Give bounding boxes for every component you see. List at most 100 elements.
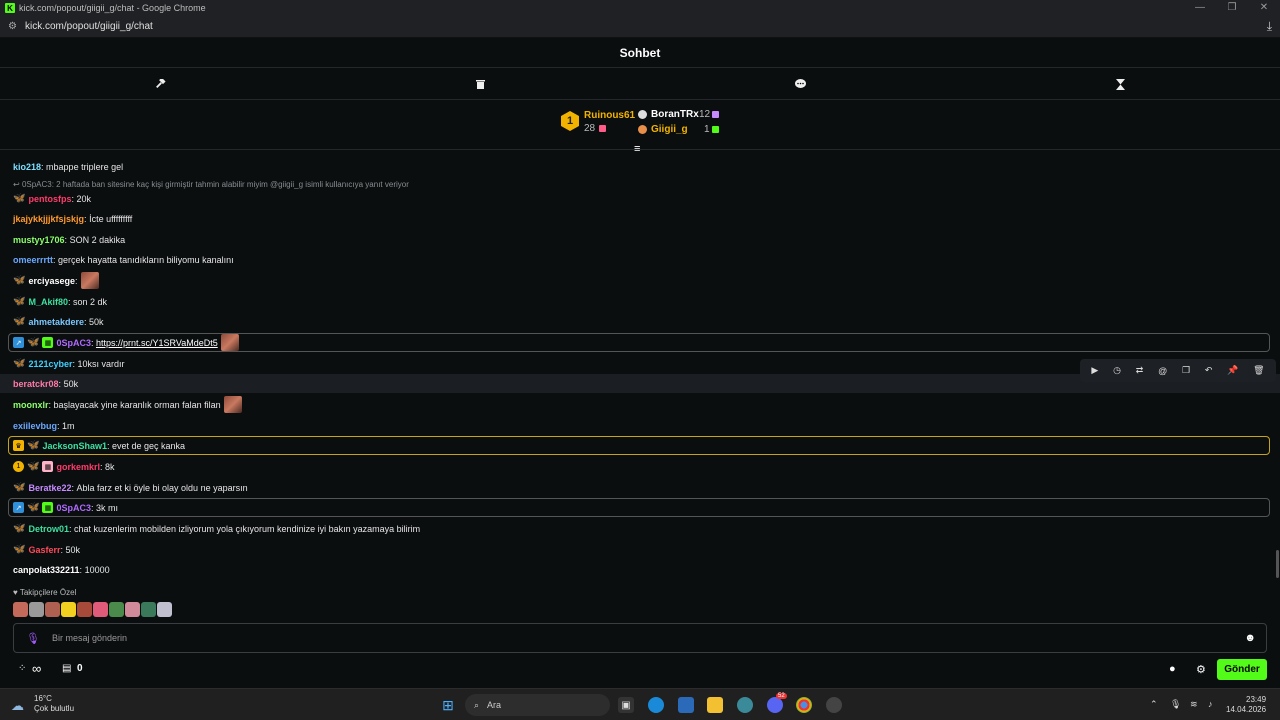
username[interactable]: 0SpAC3: [56, 503, 91, 513]
emote-button[interactable]: [125, 602, 140, 617]
edge-icon[interactable]: [648, 697, 664, 713]
tray-expand-icon[interactable]: ⌃: [1150, 699, 1158, 710]
trash-icon[interactable]: [320, 69, 640, 99]
username[interactable]: canpolat332211: [13, 565, 80, 575]
undo-icon[interactable]: ↶: [1205, 365, 1213, 376]
username[interactable]: JacksonShaw1: [42, 441, 107, 451]
username[interactable]: 0SpAC3: [56, 338, 91, 348]
weather-widget[interactable]: 16°C Çok bulutlu: [34, 694, 74, 714]
file-explorer-icon[interactable]: [707, 697, 723, 713]
taskbar-search[interactable]: ⌕ Ara: [465, 694, 610, 716]
hourglass-icon[interactable]: [960, 69, 1280, 99]
emote-button[interactable]: [13, 602, 28, 617]
username[interactable]: omeerrrtt: [13, 255, 53, 265]
mention-icon[interactable]: @: [1158, 366, 1167, 376]
chat-input-placeholder[interactable]: Bir mesaj gönderin: [52, 633, 127, 643]
username[interactable]: pentosfps: [28, 194, 71, 204]
leader-2-name[interactable]: BoranTRx: [651, 109, 699, 120]
chat-options-icon[interactable]: ●: [1169, 663, 1176, 675]
emote[interactable]: [220, 334, 239, 351]
task-view-icon[interactable]: ▣: [618, 697, 634, 713]
store-icon[interactable]: ▤: [62, 663, 71, 674]
chat-message[interactable]: ↗ 🦋 ▦ 0SpAC3: https://prnt.sc/Y1SRVaMdeD…: [8, 333, 1270, 352]
leader-3-name[interactable]: Giigii_g: [651, 124, 688, 135]
username[interactable]: M_Akif80: [28, 297, 68, 307]
discord-icon[interactable]: [767, 697, 783, 713]
points-icon[interactable]: ⁘: [18, 663, 26, 674]
chat-message[interactable]: 🦋 ahmetakdere: 50k: [8, 312, 1270, 331]
pin-icon[interactable]: 📌: [1227, 365, 1238, 376]
download-icon[interactable]: ⤓: [1267, 19, 1272, 34]
collapse-leaderboard-icon[interactable]: ≡: [634, 143, 640, 155]
leader-1-name[interactable]: Ruinous61: [584, 110, 635, 121]
reply-context[interactable]: ↩ 0SpAC3: 2 haftada ban sitesine kaç kiş…: [13, 180, 409, 189]
chat-message[interactable]: ♛ 🦋 JacksonShaw1: evet de geç kanka: [8, 436, 1270, 455]
play-icon[interactable]: ▶: [1091, 365, 1098, 376]
address-bar[interactable]: ⚙ kick.com/popout/giigii_g/chat ⤓: [0, 16, 1280, 38]
gavel-icon[interactable]: [0, 69, 320, 99]
send-button[interactable]: Gönder: [1217, 659, 1267, 680]
username[interactable]: exiilevbug: [13, 421, 57, 431]
username[interactable]: beratckr08: [13, 379, 59, 389]
username[interactable]: jkajykkjjjkfsjskjg: [13, 214, 84, 224]
emote-button[interactable]: [157, 602, 172, 617]
chat-message[interactable]: kio218: mbappe triplere gel: [8, 157, 1270, 176]
chat-message[interactable]: jkajykkjjjkfsjskjg: İcte ufffffffff: [8, 209, 1270, 228]
chat-message[interactable]: canpolat332211: 10000: [8, 560, 1270, 579]
site-info-icon[interactable]: ⚙: [8, 21, 17, 32]
username[interactable]: Gasferr: [28, 545, 60, 555]
chat-message[interactable]: 1 🦋 ▦ gorkemkrl: 8k: [8, 457, 1270, 476]
username[interactable]: Detrow01: [28, 524, 69, 534]
timeout-clock-icon[interactable]: ◷: [1113, 365, 1121, 376]
emote-button[interactable]: [109, 602, 124, 617]
slow-mode-icon[interactable]: ⇄: [1136, 365, 1144, 376]
chat-message[interactable]: 🦋 erciyasege:: [8, 271, 1270, 290]
microphone-icon[interactable]: 🎙: [26, 632, 40, 645]
emote-button[interactable]: [141, 602, 156, 617]
weather-cloud-icon[interactable]: ☁: [11, 698, 24, 714]
chrome-icon[interactable]: [796, 697, 812, 713]
copy-icon[interactable]: ❐: [1182, 365, 1190, 376]
app-icon[interactable]: [737, 697, 753, 713]
store-app-icon[interactable]: [678, 697, 694, 713]
taskbar-clock[interactable]: 23:49 14.04.2026: [1226, 695, 1266, 715]
chat-message[interactable]: omeerrrtt: gerçek hayatta tanıdıkların b…: [8, 250, 1270, 269]
username[interactable]: ahmetakdere: [28, 317, 84, 327]
emote-button[interactable]: [29, 602, 44, 617]
chat-input[interactable]: 🎙 Bir mesaj gönderin ☻: [13, 623, 1267, 653]
emote[interactable]: [80, 272, 99, 289]
close-button[interactable]: ✕: [1248, 0, 1280, 16]
emote-button[interactable]: [61, 602, 76, 617]
emoji-picker-icon[interactable]: ☻: [1244, 632, 1256, 644]
chat-message[interactable]: mustyy1706: SON 2 dakika: [8, 230, 1270, 249]
chat-message[interactable]: ↗ 🦋 ▦ 0SpAC3: 3k mı: [8, 498, 1270, 517]
mic-tray-icon[interactable]: 🎙: [1170, 699, 1181, 710]
chat-message[interactable]: 🦋 Gasferr: 50k: [8, 540, 1270, 559]
chat-message[interactable]: 🦋 Beratke22: Abla farz et ki öyle bi ola…: [8, 478, 1270, 497]
chat-message[interactable]: 🦋 pentosfps: 20k: [8, 189, 1270, 208]
minimize-button[interactable]: —: [1184, 0, 1216, 16]
app-icon[interactable]: [826, 697, 842, 713]
chat-scrollbar[interactable]: [1276, 550, 1279, 578]
chat-message[interactable]: 🦋 M_Akif80: son 2 dk: [8, 292, 1270, 311]
message-link[interactable]: https://prnt.sc/Y1SRVaMdeDt5: [96, 338, 218, 348]
username[interactable]: 2121cyber: [28, 359, 72, 369]
username[interactable]: Beratke22: [28, 483, 71, 493]
volume-icon[interactable]: ♪: [1208, 699, 1213, 709]
username[interactable]: mustyy1706: [13, 235, 65, 245]
emote-button[interactable]: [45, 602, 60, 617]
emote[interactable]: [223, 396, 242, 413]
url-text[interactable]: kick.com/popout/giigii_g/chat: [25, 21, 153, 32]
username[interactable]: erciyasege: [28, 276, 75, 286]
settings-gear-icon[interactable]: ⚙: [1196, 663, 1206, 676]
username[interactable]: moonxlr: [13, 400, 49, 410]
emote-button[interactable]: [77, 602, 92, 617]
chat-message[interactable]: exiilevbug: 1m: [8, 416, 1270, 435]
chat-bubble-icon[interactable]: [640, 69, 960, 99]
username[interactable]: kio218: [13, 162, 41, 172]
delete-icon[interactable]: 🗑: [1253, 365, 1264, 376]
username[interactable]: gorkemkrl: [56, 462, 100, 472]
restore-button[interactable]: ❐: [1216, 0, 1248, 16]
windows-start-icon[interactable]: ⊞: [440, 697, 456, 713]
emote-button[interactable]: [93, 602, 108, 617]
